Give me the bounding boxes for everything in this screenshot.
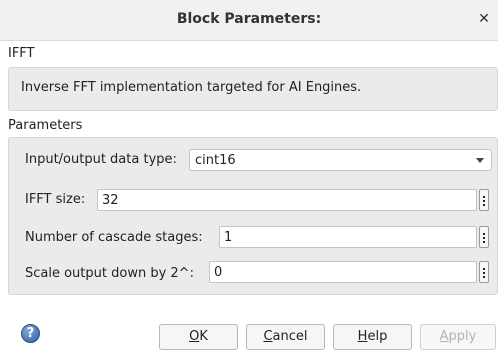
- parameters-heading: Parameters: [8, 118, 83, 133]
- question-mark-icon[interactable]: ?: [21, 324, 40, 343]
- ifft-size-field[interactable]: [97, 189, 477, 211]
- description-box: Inverse FFT implementation targeted for …: [8, 67, 498, 111]
- ifft-size-input[interactable]: [102, 192, 472, 208]
- scale-output-field[interactable]: [209, 261, 477, 283]
- data-type-value: cint16: [195, 153, 236, 168]
- scale-output-label: Scale output down by 2^:: [25, 266, 194, 281]
- apply-button[interactable]: Apply: [420, 324, 496, 350]
- cancel-button[interactable]: Cancel: [246, 324, 325, 350]
- ok-button[interactable]: OK: [159, 324, 238, 350]
- apply-label-rest: pply: [448, 329, 477, 344]
- data-type-select[interactable]: cint16: [189, 149, 492, 171]
- block-description: Inverse FFT implementation targeted for …: [21, 80, 362, 95]
- ok-label-rest: K: [199, 329, 208, 344]
- cascade-stages-input[interactable]: [224, 229, 472, 245]
- help-button[interactable]: Help: [333, 324, 412, 350]
- apply-mnemonic: A: [439, 329, 449, 344]
- cancel-label-rest: ancel: [272, 329, 308, 344]
- ifft-size-menu-button[interactable]: [479, 189, 489, 211]
- dialog-title: Block Parameters:: [176, 11, 322, 27]
- ok-mnemonic: O: [189, 329, 200, 344]
- scale-output-input[interactable]: [214, 264, 472, 280]
- chevron-down-icon: [476, 158, 484, 163]
- cancel-mnemonic: C: [263, 329, 273, 344]
- title-bar: Block Parameters: ✕: [0, 0, 498, 41]
- data-type-label: Input/output data type:: [25, 152, 177, 167]
- help-mnemonic: H: [357, 329, 368, 344]
- cascade-stages-menu-button[interactable]: [479, 226, 489, 248]
- cascade-stages-label: Number of cascade stages:: [25, 230, 203, 245]
- cascade-stages-field[interactable]: [219, 226, 477, 248]
- block-name: IFFT: [8, 46, 35, 61]
- close-icon[interactable]: ✕: [476, 11, 492, 27]
- help-label-rest: elp: [367, 329, 388, 344]
- ifft-size-label: IFFT size:: [25, 192, 86, 207]
- scale-output-menu-button[interactable]: [479, 261, 489, 283]
